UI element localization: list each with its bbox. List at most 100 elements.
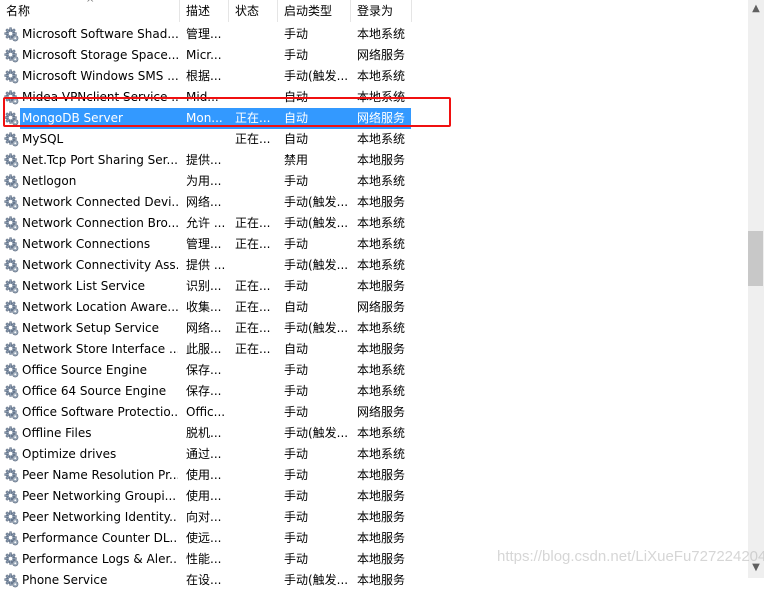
service-row[interactable]: MySQL 正在... 自动 本地系统 [0, 129, 412, 150]
service-row[interactable]: Peer Name Resolution Pr... 使用... 手动 本地服务 [0, 465, 412, 486]
service-row[interactable]: Peer Networking Groupi... 使用... 手动 本地服务 [0, 486, 412, 507]
cell-startup: 手动 [284, 489, 309, 503]
cell-desc: 使用... [186, 489, 222, 503]
cell-name: Network Location Aware... [22, 300, 178, 314]
cell-name: Performance Counter DL... [22, 531, 178, 545]
service-row[interactable]: Performance Logs & Aler... 性能... 手动 本地服务 [0, 549, 412, 570]
cell-logon: 本地服务 [357, 195, 406, 209]
service-row[interactable]: Network Setup Service 网络... 正在... 手动(触发... 本… [0, 318, 412, 339]
cell-desc: 性能... [186, 552, 222, 566]
column-status[interactable]: 状态 [229, 0, 278, 22]
cell-name: Net.Tcp Port Sharing Ser... [22, 153, 178, 167]
cell-desc: 允许 ... [186, 216, 226, 230]
vertical-scrollbar[interactable]: ▲ ▼ [748, 0, 764, 578]
cell-status: 正在... [235, 342, 271, 356]
service-gear-icon [4, 573, 19, 588]
cell-desc: 收集... [186, 300, 222, 314]
cell-startup: 手动 [284, 468, 309, 482]
cell-logon: 网络服务 [357, 405, 406, 419]
cell-name: Network List Service [22, 279, 146, 293]
cell-name: Network Setup Service [22, 321, 160, 335]
service-gear-icon [4, 300, 19, 315]
service-row[interactable]: Optimize drives 通过... 手动 本地系统 [0, 444, 412, 465]
service-row[interactable]: Performance Counter DL... 使远... 手动 本地服务 [0, 528, 412, 549]
cell-name: Performance Logs & Aler... [22, 552, 178, 566]
service-row[interactable]: Office Source Engine 保存... 手动 本地系统 [0, 360, 412, 381]
cell-name: Optimize drives [22, 447, 117, 461]
cell-startup: 手动(触发... [284, 69, 349, 83]
service-gear-icon [4, 384, 19, 399]
service-row[interactable]: Microsoft Windows SMS ... 根据... 手动(触发... 本地… [0, 66, 412, 87]
service-gear-icon [4, 321, 19, 336]
cell-desc: 提供 ... [186, 258, 226, 272]
service-row[interactable]: Network Connectivity Ass... 提供 ... 手动(触发..… [0, 255, 412, 276]
cell-startup: 手动 [284, 552, 309, 566]
cell-desc: Micr... [186, 48, 222, 62]
scrollbar-thumb[interactable] [748, 231, 763, 286]
cell-name: Phone Service [22, 573, 108, 587]
service-row[interactable]: Microsoft Software Shad... 管理... 手动 本地系统 [0, 24, 412, 45]
service-row[interactable]: Phone Service 在设... 手动(触发... 本地服务 [0, 570, 412, 591]
cell-name: MySQL [22, 132, 64, 146]
cell-logon: 本地系统 [357, 384, 406, 398]
cell-logon: 本地系统 [357, 447, 406, 461]
service-gear-icon [4, 195, 19, 210]
cell-logon: 本地系统 [357, 426, 406, 440]
cell-startup: 手动(触发... [284, 321, 349, 335]
cell-startup: 手动 [284, 510, 309, 524]
service-gear-icon [4, 363, 19, 378]
cell-desc: Offic... [186, 405, 226, 419]
service-row[interactable]: Office 64 Source Engine 保存... 手动 本地系统 [0, 381, 412, 402]
cell-startup: 手动(触发... [284, 258, 349, 272]
cell-startup: 手动 [284, 48, 309, 62]
service-row[interactable]: Net.Tcp Port Sharing Ser... 提供... 禁用 本地服务 [0, 150, 412, 171]
cell-startup: 手动(触发... [284, 426, 349, 440]
cell-desc: 脱机... [186, 426, 222, 440]
column-description[interactable]: 描述 [180, 0, 229, 22]
service-gear-icon [4, 342, 19, 357]
cell-name: Office Source Engine [22, 363, 147, 377]
watermark: https://blog.csdn.net/LiXueFu727224204 [497, 548, 764, 565]
service-row[interactable]: Microsoft Storage Space... Micr... 手动 网络服务 [0, 45, 412, 66]
cell-logon: 本地系统 [357, 27, 406, 41]
service-row[interactable]: Offline Files 脱机... 手动(触发... 本地系统 [0, 423, 412, 444]
service-row[interactable]: Network Connections 管理... 正在... 手动 本地系统 [0, 234, 412, 255]
cell-logon: 本地服务 [357, 153, 406, 167]
cell-logon: 本地系统 [357, 258, 406, 272]
service-gear-icon [4, 552, 19, 567]
cell-name: Network Store Interface ... [22, 342, 178, 356]
scroll-up-icon[interactable]: ▲ [748, 3, 764, 14]
cell-logon: 本地服务 [357, 279, 406, 293]
service-row[interactable]: Netlogon 为用... 手动 本地系统 [0, 171, 412, 192]
cell-logon: 网络服务 [357, 48, 406, 62]
cell-desc: 管理... [186, 237, 222, 251]
cell-name: Network Connection Bro... [22, 216, 178, 230]
service-row[interactable]: Office Software Protectio... Offic... 手动 网络… [0, 402, 412, 423]
service-row[interactable]: Network Connection Bro... 允许 ... 正在... 手动(触… [0, 213, 412, 234]
cell-name: Network Connections [22, 237, 151, 251]
service-row[interactable]: Network Location Aware... 收集... 正在... 自动 网络服… [0, 297, 412, 318]
service-row[interactable]: Peer Networking Identity... 向对... 手动 本地服务 [0, 507, 412, 528]
column-header: 名称 ^ 描述 状态 启动类型 登录为 [0, 0, 412, 22]
cell-startup: 手动 [284, 531, 309, 545]
cell-desc: 此服... [186, 342, 222, 356]
service-gear-icon [4, 69, 19, 84]
service-row[interactable]: Network List Service 识别... 正在... 手动 本地服务 [0, 276, 412, 297]
service-row[interactable]: Network Connected Devi... 网络... 手动(触发... 本地… [0, 192, 412, 213]
cell-desc: 提供... [186, 153, 222, 167]
cell-startup: 手动(触发... [284, 573, 349, 587]
service-gear-icon [4, 531, 19, 546]
cell-logon: 本地系统 [357, 69, 406, 83]
cell-logon: 本地系统 [357, 321, 406, 335]
service-row[interactable]: Network Store Interface ... 此服... 正在... 自动 本… [0, 339, 412, 360]
cell-startup: 手动 [284, 174, 309, 188]
cell-desc: 使远... [186, 531, 222, 545]
column-startup-type[interactable]: 启动类型 [278, 0, 351, 22]
service-gear-icon [4, 216, 19, 231]
service-gear-icon [4, 237, 19, 252]
cell-desc: 保存... [186, 384, 222, 398]
column-name[interactable]: 名称 ^ [0, 0, 180, 22]
cell-startup: 手动(触发... [284, 195, 349, 209]
column-log-on-as[interactable]: 登录为 [351, 0, 412, 22]
cell-status: 正在... [235, 216, 271, 230]
